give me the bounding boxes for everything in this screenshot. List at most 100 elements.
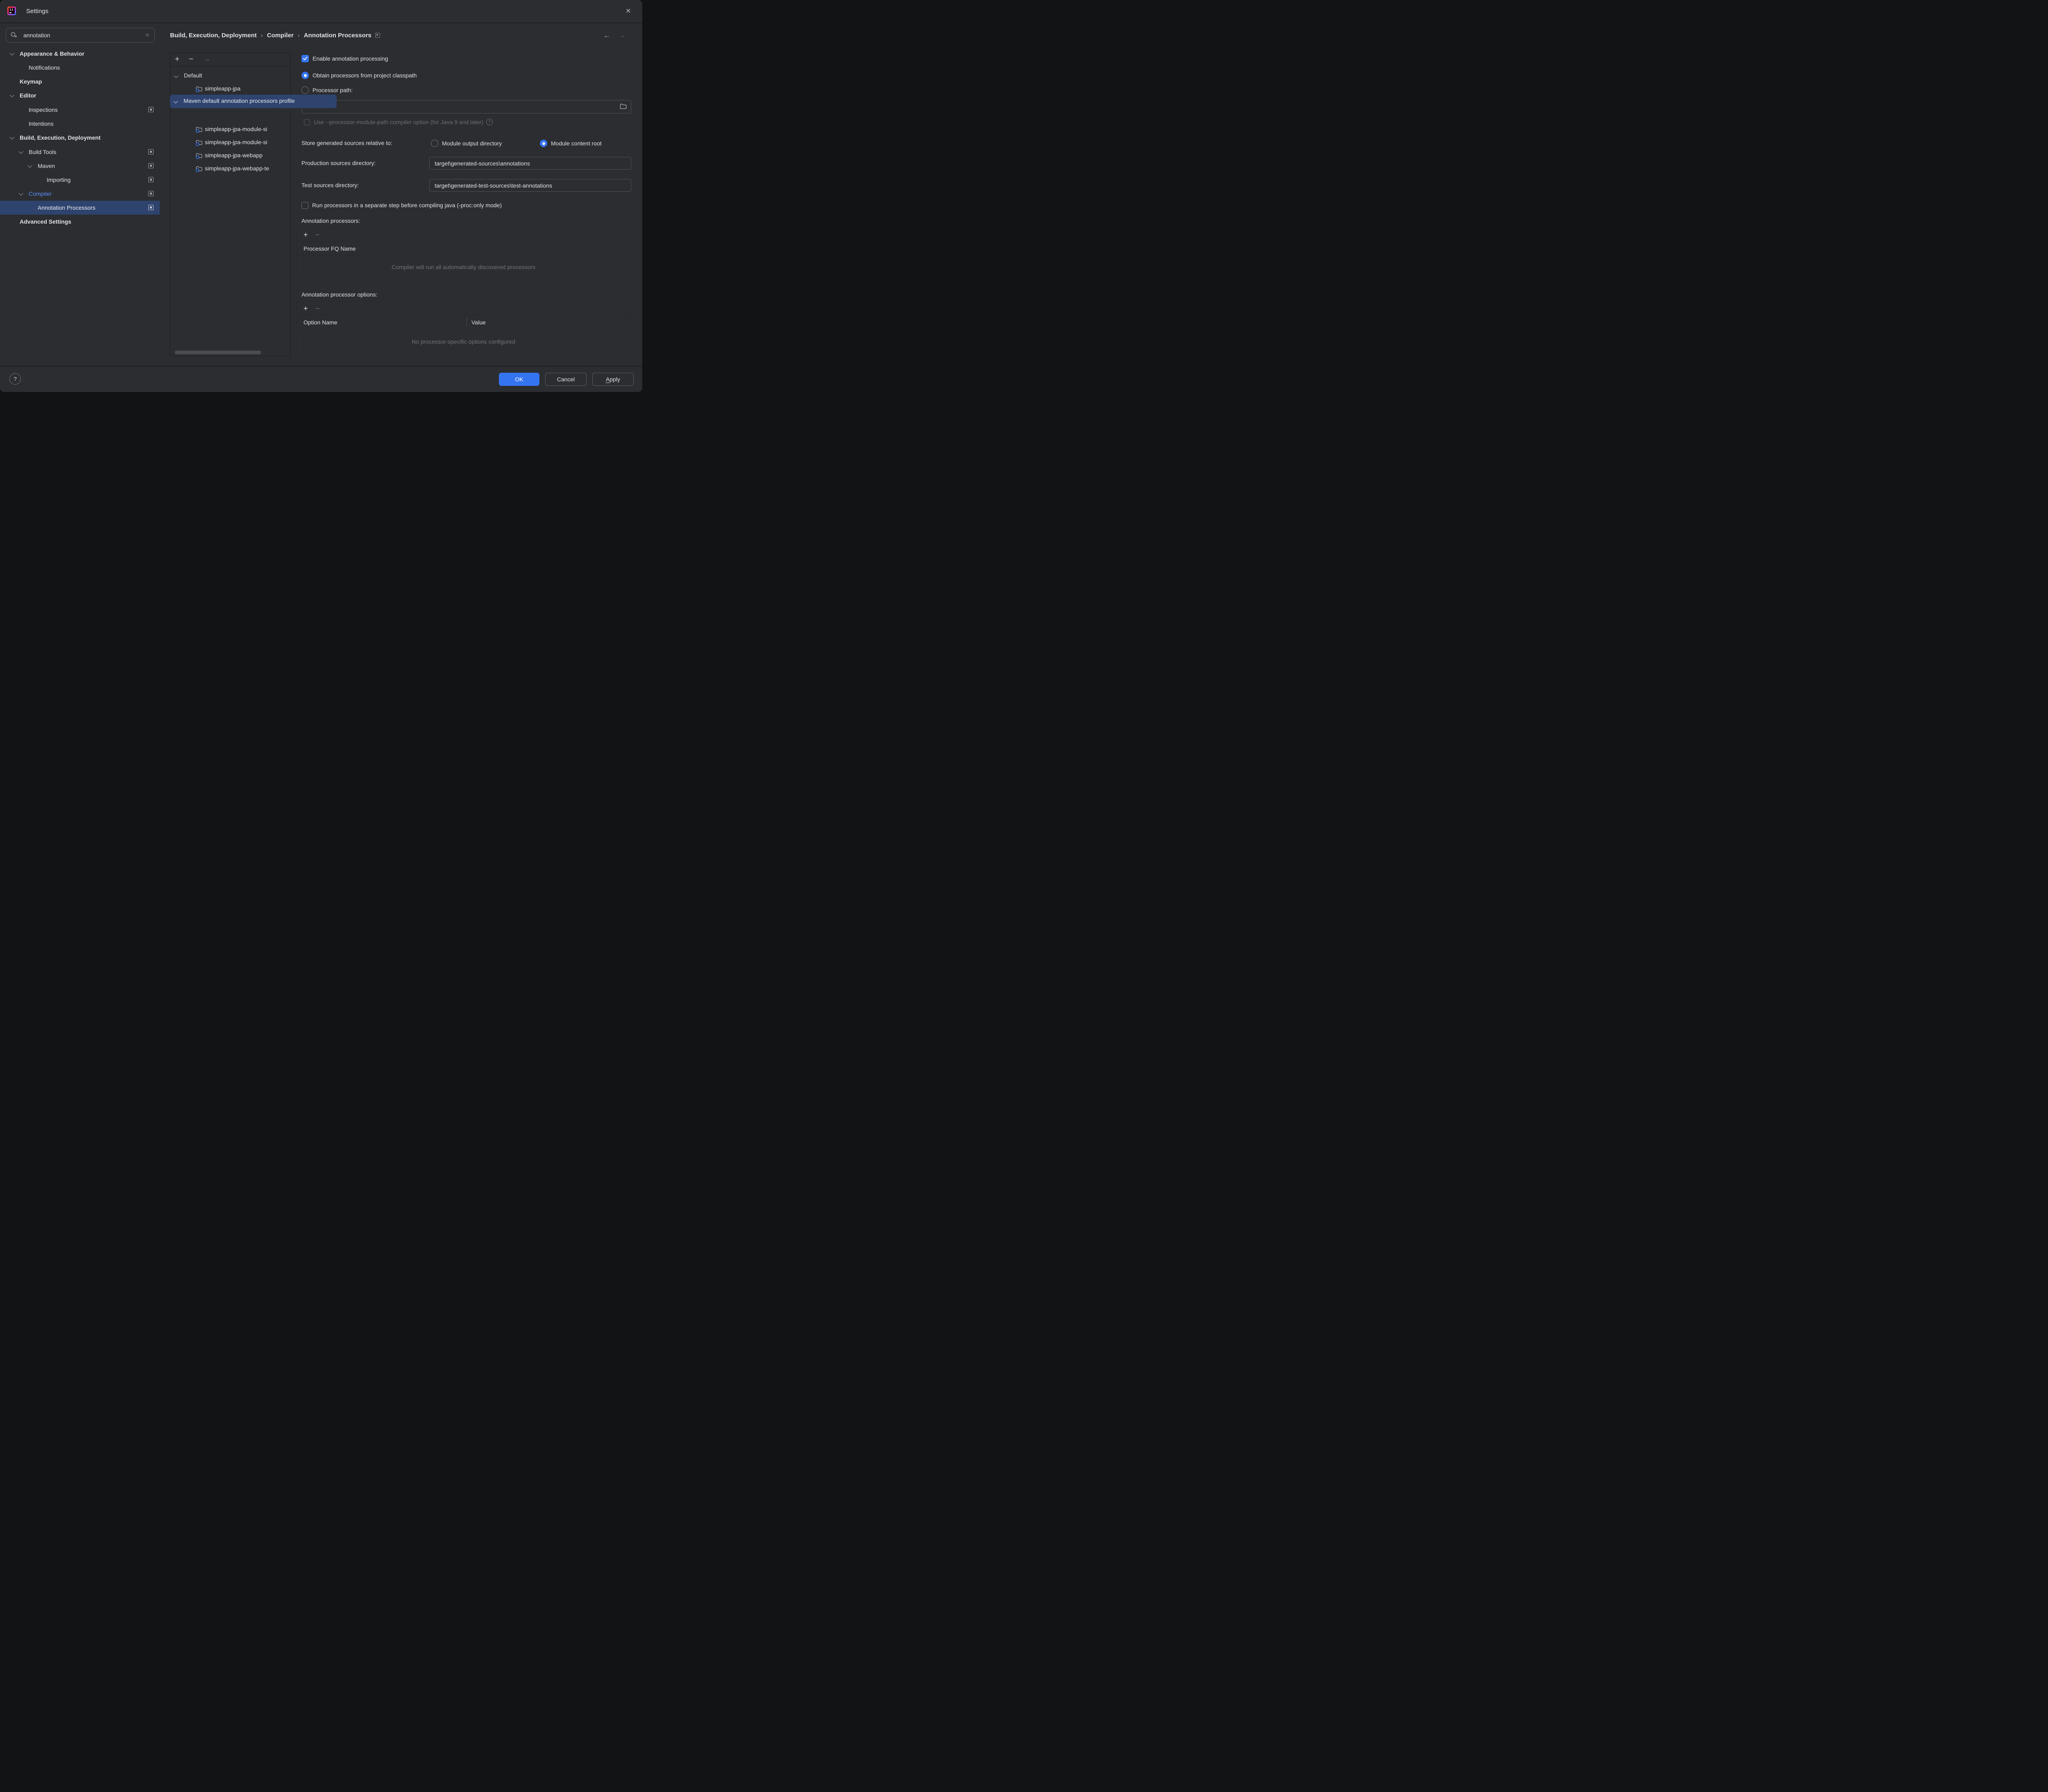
tree-item-module[interactable]: simpleapp-jpa-webapp-te [170,162,290,175]
processor-path-radio[interactable]: Processor path: [301,86,353,95]
test-sources-label: Test sources directory: [301,182,359,188]
production-sources-label: Production sources directory: [301,160,376,166]
forward-icon[interactable]: → [617,31,627,40]
radio-unselected-icon [431,140,438,147]
help-icon[interactable]: ? [486,119,493,125]
configurable-marker-icon [148,191,154,196]
sidebar-item-annotation-processors[interactable]: Annotation Processors [0,201,160,215]
annotation-processors-table: + − Processor FQ Name Compiler will run … [296,228,631,279]
breadcrumb-segment[interactable]: Compiler [267,32,294,39]
breadcrumb-segment[interactable]: Build, Execution, Deployment [170,32,257,39]
chevron-down-icon[interactable] [9,135,14,139]
sidebar-item-build-tools[interactable]: Build Tools [0,145,164,159]
use-processor-module-path-checkbox[interactable]: Use --processor-module-path compiler opt… [304,118,493,126]
visible-on-screen-icon [375,33,380,38]
obtain-from-classpath-radio[interactable]: Obtain processors from project classpath [301,71,417,80]
breadcrumb-segment[interactable]: Annotation Processors [304,32,372,39]
configurable-marker-icon [148,177,154,182]
enable-annotation-processing-checkbox[interactable]: Enable annotation processing [301,54,388,63]
profiles-toolbar: + − → [170,53,290,66]
empty-state-text: Compiler will run all automatically disc… [392,264,535,270]
cancel-button[interactable]: Cancel [545,373,587,386]
radio-selected-icon [301,72,309,79]
chevron-down-icon[interactable] [18,149,23,154]
tree-item-module[interactable]: simpleapp-jpa [170,82,290,95]
chevron-down-icon[interactable] [27,163,32,168]
sidebar-item-appearance-behavior[interactable]: Appearance & Behavior [0,47,164,61]
options-table-toolbar: + − [297,302,630,315]
checkbox-checked-icon [301,55,309,62]
sidebar-item-build-execution-deployment[interactable]: Build, Execution, Deployment [0,131,164,145]
radio-selected-icon [540,140,547,147]
processor-path-field[interactable] [301,100,631,113]
remove-profile-icon[interactable]: − [189,53,193,66]
dialog-title: Settings [26,8,48,15]
breadcrumb-separator: › [257,32,267,39]
sidebar-item-notifications[interactable]: Notifications [0,61,164,75]
tree-item-module[interactable]: simpleapp-jpa-module-si [170,123,290,136]
close-icon[interactable]: ✕ [623,5,634,17]
chevron-down-icon[interactable] [9,93,14,97]
module-icon [196,86,202,92]
annotation-processor-options-table: + − Option Name Value No processor-speci… [296,301,631,353]
run-processors-separate-step-checkbox[interactable]: Run processors in a separate step before… [301,201,502,210]
settings-dialog: IJ Settings ✕ annotation ✕ Appearance & … [0,0,642,392]
sidebar-item-inspections[interactable]: Inspections [0,103,164,117]
tree-item-module[interactable]: simpleapp-jpa-module-si [170,136,290,149]
breadcrumb-separator: › [294,32,304,39]
apply-button[interactable]: Apply [592,373,634,386]
annotation-processor-options-label: Annotation processor options: [301,291,377,298]
column-header: Processor FQ Name [304,245,356,252]
ok-button[interactable]: OK [499,373,539,386]
column-header: Value [471,319,486,326]
configurable-marker-icon [148,107,154,112]
profiles-tree: Default simpleapp-jpa simpleapp-jpa-modu… [170,66,290,356]
chevron-down-icon[interactable] [173,99,178,103]
help-button[interactable]: ? [9,373,21,385]
sidebar-item-compiler[interactable]: Compiler [0,187,164,201]
configurable-marker-icon [148,205,154,210]
sidebar-item-editor[interactable]: Editor [0,88,164,102]
processors-table-toolbar: + − [297,228,630,242]
module-icon [196,166,202,172]
chevron-down-icon[interactable] [9,51,14,55]
clear-search-icon[interactable]: ✕ [145,32,150,39]
production-sources-field[interactable]: target\generated-sources\annotations [429,157,631,170]
add-processor-icon[interactable]: + [304,228,308,241]
footer-divider [0,366,642,367]
search-value: annotation [23,32,50,39]
configurable-marker-icon [148,163,154,168]
processors-table-body[interactable]: Compiler will run all automatically disc… [297,256,630,279]
tree-item-module[interactable]: simpleapp-jpa-webapp [170,149,290,162]
column-header: Option Name [304,319,337,326]
test-sources-field[interactable]: target\generated-test-sources\test-annot… [429,179,631,192]
sidebar-item-importing[interactable]: Importing [0,173,164,187]
sidebar-item-intentions[interactable]: Intentions [0,117,164,131]
back-icon[interactable]: ← [602,31,612,40]
sidebar-item-advanced-settings[interactable]: Advanced Settings [0,215,164,229]
chevron-down-icon[interactable] [18,191,23,195]
search-input[interactable]: annotation ✕ [6,28,155,43]
annotation-processors-label: Annotation processors: [301,217,360,224]
move-to-profile-icon[interactable]: → [204,53,210,66]
horizontal-scrollbar[interactable] [175,351,261,354]
add-option-icon[interactable]: + [304,302,308,315]
tree-item-maven-default-profile-selected[interactable]: Maven default annotation processors prof… [170,95,337,108]
folder-icon[interactable] [620,103,627,110]
sidebar-item-keymap[interactable]: Keymap [0,75,164,88]
radio-unselected-icon [301,86,309,94]
sidebar-item-maven[interactable]: Maven [0,159,164,173]
remove-option-icon[interactable]: − [315,302,320,315]
empty-state-text: No processor-specific options configured [412,338,515,345]
store-generated-sources-label: Store generated sources relative to: [301,140,392,146]
checkbox-unchecked-icon [301,202,308,209]
remove-processor-icon[interactable]: − [315,228,320,241]
search-icon [10,32,18,39]
tree-item-default-profile[interactable]: Default [170,69,290,82]
module-output-directory-radio[interactable]: Module output directory [431,139,502,148]
module-content-root-radio[interactable]: Module content root [540,139,602,148]
chevron-down-icon[interactable] [174,73,178,78]
configurable-marker-icon [148,149,154,154]
options-table-body[interactable]: No processor-specific options configured [297,330,630,353]
add-profile-icon[interactable]: + [175,53,179,66]
